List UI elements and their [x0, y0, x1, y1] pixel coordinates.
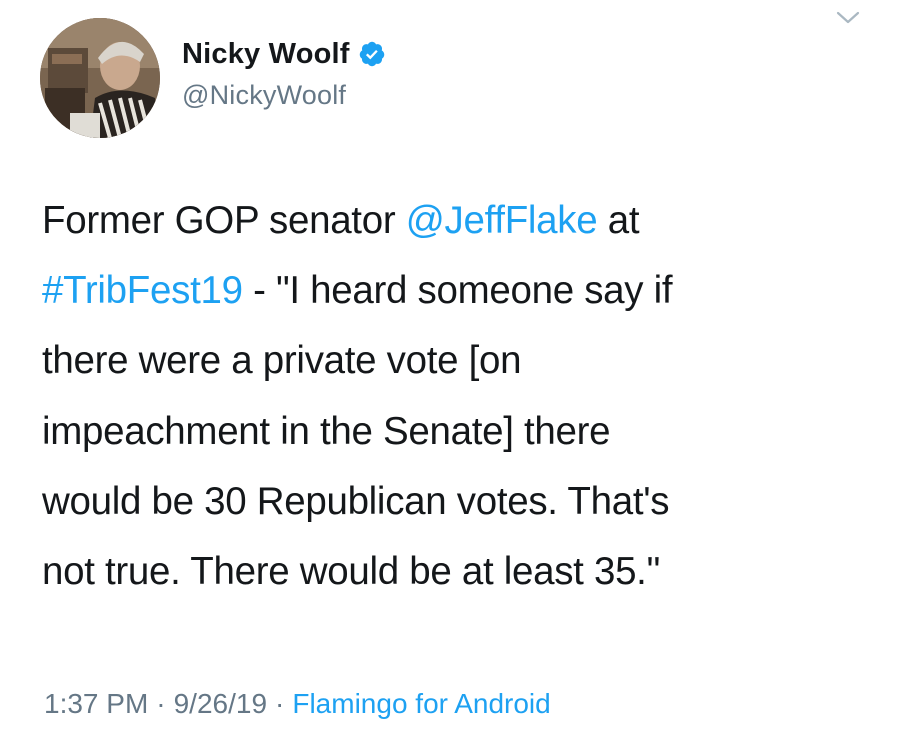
- tweet-text-line: would be 30 Republican votes. That's: [42, 467, 872, 537]
- meta-separator: ·: [156, 688, 166, 719]
- mention-link[interactable]: @JeffFlake: [406, 199, 598, 242]
- tweet-text-segment: - "I heard someone say if: [242, 269, 673, 313]
- tweet-text-segment: Former GOP senator: [42, 199, 406, 242]
- hashtag-link[interactable]: #TribFest19: [42, 269, 243, 312]
- name-row: Nicky Woolf: [182, 34, 386, 74]
- tweet-text: Former GOP senator @JeffFlake at #TribFes…: [42, 186, 872, 607]
- tweet-text-line: Former GOP senator @JeffFlake at: [42, 186, 872, 256]
- tweet-text-segment: at: [597, 199, 640, 242]
- display-name[interactable]: Nicky Woolf: [182, 38, 350, 71]
- tweet-text-line: there were a private vote [on: [42, 326, 872, 396]
- handle[interactable]: @NickyWoolf: [182, 80, 386, 111]
- tweet-text-segment: there were a private vote [on: [42, 339, 522, 383]
- author-block: Nicky Woolf @NickyWoolf: [182, 34, 386, 111]
- tweet-source-link[interactable]: Flamingo for Android: [292, 688, 550, 719]
- tweet-meta: 1:37 PM · 9/26/19 · Flamingo for Android: [44, 688, 551, 720]
- verified-badge-icon: [358, 40, 386, 68]
- tweet-text-line: impeachment in the Senate] there: [42, 397, 872, 467]
- avatar[interactable]: [40, 18, 160, 138]
- meta-separator: ·: [275, 688, 285, 719]
- tweet-text-segment: would be 30 Republican votes. That's: [42, 479, 670, 523]
- tweet-card: Nicky Woolf @NickyWoolf Former GOP senat…: [0, 0, 900, 740]
- tweet-text-segment: not true. There would be at least 35.": [42, 550, 660, 594]
- tweet-date[interactable]: 9/26/19: [174, 688, 267, 719]
- tweet-text-line: #TribFest19 - "I heard someone say if: [42, 256, 872, 326]
- chevron-down-icon[interactable]: [834, 8, 862, 28]
- tweet-text-line: not true. There would be at least 35.": [42, 537, 872, 607]
- tweet-time[interactable]: 1:37 PM: [44, 688, 148, 719]
- tweet-text-segment: impeachment in the Senate] there: [42, 409, 611, 453]
